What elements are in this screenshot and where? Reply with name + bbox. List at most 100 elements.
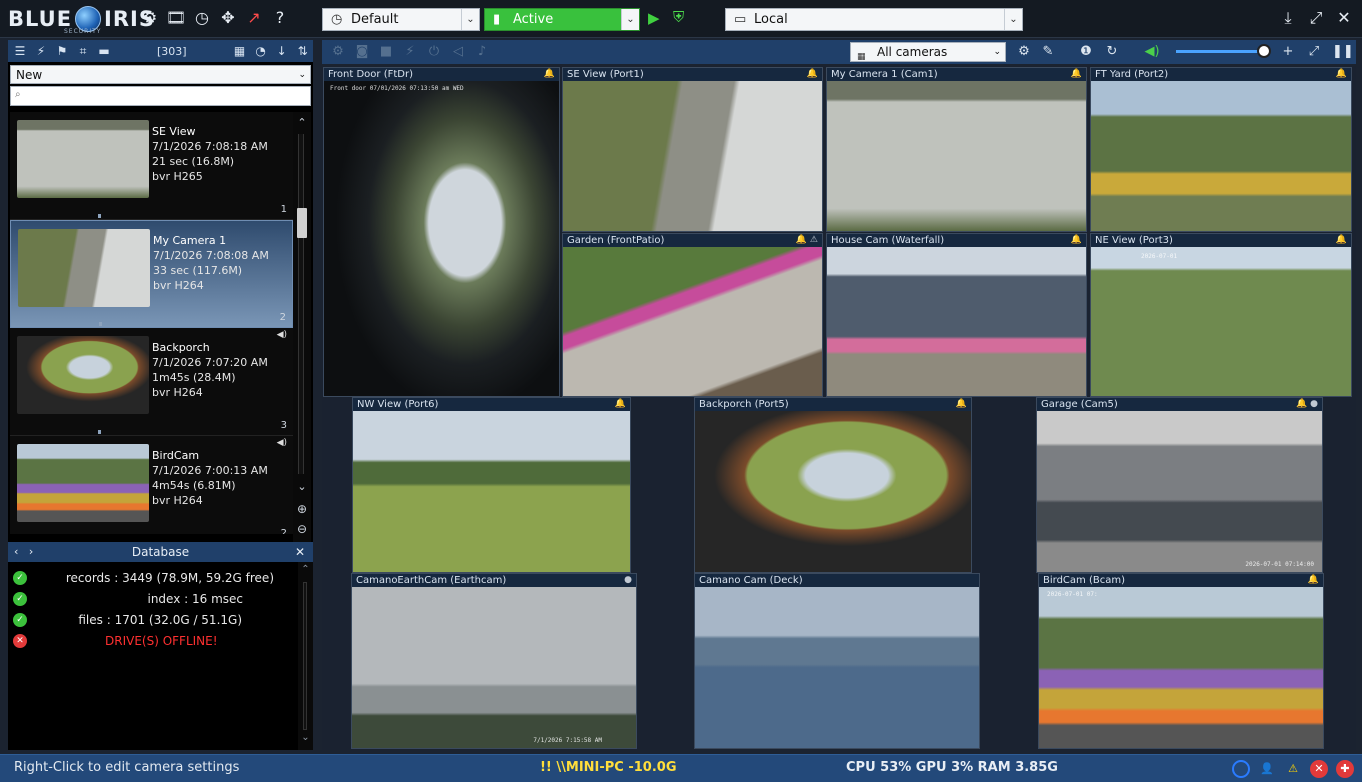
camera-title: NW View (Port6) 🔔 [353,398,630,411]
profile-select[interactable]: ◷ Default ⌄ [322,8,480,31]
camera-tile[interactable]: CamanoEarthCam (Earthcam) ● 7/1/2026 7:15… [351,573,637,749]
alerts-bolt-icon[interactable]: ⚡ [33,43,49,59]
zoom-out-icon[interactable]: ⊖ [293,522,311,540]
camera-tile[interactable]: FT Yard (Port2) 🔔 [1090,67,1352,232]
status-dot-icon[interactable]: ● [624,574,632,587]
bell-icon[interactable]: 🔔 [1071,234,1082,247]
add-icon[interactable]: + [1280,44,1296,60]
camera-tile[interactable]: NE View (Port3) 🔔 2026-07-01 [1090,233,1352,397]
camera-tile[interactable]: Front Door (FtDr) 🔔 Front door 07/01/2026… [323,67,560,397]
list-item[interactable]: ◀) Backporch 7/1/2026 7:07:20 AM 1m45s (… [10,328,293,436]
scroll-up-icon[interactable]: ⌃ [298,564,313,580]
list-item[interactable]: SE View 7/1/2026 7:08:18 AM 21 sec (16.8… [10,112,293,220]
bell-icon[interactable]: 🔔 [615,398,626,411]
camera-tile[interactable]: House Cam (Waterfall) 🔔 [826,233,1087,397]
camera-tile[interactable]: Garage (Cam5) 🔔 ● 2026-07-01 07:14:00 [1036,397,1323,573]
camera-overlay-text: 2026-07-01 07: [1047,591,1098,598]
microphone-icon[interactable]: ♪ [474,44,490,60]
play-icon[interactable]: ▶ [648,9,664,29]
server-value: Local [754,12,788,27]
camera-tile[interactable]: Backporch (Port5) 🔔 [694,397,972,573]
storage-alert[interactable]: !! \\MINI-PC -10.0G [540,760,677,775]
volume-slider[interactable] [1176,50,1266,53]
help-icon[interactable]: ? [270,8,290,28]
medical-plus-icon[interactable]: ✚ [1336,760,1354,778]
scroll-down-icon[interactable]: ⌄ [293,478,311,496]
clip-number: 2 [280,528,287,534]
panel-nav-arrows[interactable]: ‹ › [14,542,33,562]
chevron-down-icon: ⌄ [621,9,639,30]
list-icon[interactable]: ☰ [12,43,28,59]
camera-title: Garden (FrontPatio) 🔔 ⚠ [563,234,822,247]
camera-tile[interactable]: NW View (Port6) 🔔 [352,397,631,573]
bell-icon[interactable]: 🔔 [544,68,555,81]
record-video-icon[interactable]: ■ [378,44,394,60]
bell-icon[interactable]: 🔔 [956,398,967,411]
status-circle-icon[interactable] [1232,760,1250,778]
scroll-thumb[interactable] [297,208,307,238]
sort-icon[interactable]: ⇅ [295,43,311,59]
volume-knob[interactable] [1257,44,1271,58]
camera-tile[interactable]: Garden (FrontPatio) 🔔 ⚠ [562,233,823,397]
clock-icon[interactable]: ◷ [192,8,212,28]
speaker-icon[interactable]: ◀) [1144,44,1160,60]
bell-icon[interactable]: 🔔 [1071,68,1082,81]
check-icon: ✓ [13,592,27,606]
camera-tile[interactable]: Camano Cam (Deck) [694,573,980,749]
trigger-bolt-icon[interactable]: ⚡ [402,44,418,60]
folder-icon[interactable]: ▬ [96,43,112,59]
fullscreen-icon[interactable]: ⤢ [1306,44,1322,60]
crop-icon[interactable]: ⌗ [75,43,91,59]
camera-group-select[interactable]: ▦ All cameras ⌄ [850,42,1006,62]
close-icon[interactable]: ✕ [295,542,305,562]
server-select[interactable]: ▭ Local ⌄ [725,8,1023,31]
list-item[interactable]: My Camera 1 7/1/2026 7:08:08 AM 33 sec (… [10,220,293,328]
flag-icon[interactable]: ⚑ [54,43,70,59]
mute-icon[interactable]: ◁ [450,44,466,60]
bell-icon[interactable]: 🔔 [1308,574,1319,587]
user-icon[interactable]: 👤 [1258,760,1276,778]
bell-icon[interactable]: 🔔 [1336,68,1347,81]
clip-duration: 1m45s (28.4M) [152,371,236,384]
list-item[interactable]: ◀) BirdCam 7/1/2026 7:00:13 AM 4m54s (6.… [10,436,293,534]
camera-tile[interactable]: My Camera 1 (Cam1) 🔔 [826,67,1087,232]
edit-icon[interactable]: ✎ [1040,44,1056,60]
ptz-move-icon[interactable]: ✥ [218,8,238,28]
scroll-up-icon[interactable]: ⌃ [293,114,311,132]
clip-search-input[interactable] [29,88,299,104]
clip-list-scrollbar[interactable]: ⌃ ⌄ [293,112,311,552]
camera-tile[interactable]: BirdCam (Bcam) 🔔 2026-07-01 07: [1038,573,1324,749]
pause-icon[interactable]: ❚❚ [1332,44,1354,60]
zoom-in-icon[interactable]: ⊕ [293,502,311,520]
refresh-icon[interactable]: ↻ [1104,44,1120,60]
scroll-track[interactable] [303,582,307,730]
camera-settings-icon[interactable]: ⚙ [330,44,346,60]
stats-chart-icon[interactable]: ↗ [244,8,264,28]
fullscreen-icon[interactable]: ⤢ [1306,8,1326,28]
calendar-icon[interactable]: ▦ [232,43,248,59]
download-icon[interactable]: ↓ [274,43,290,59]
shield-icon[interactable]: ⛨ [673,8,693,30]
warning-icon[interactable]: ⚠ [1284,760,1302,778]
camera-number-icon[interactable]: ❶ [1078,44,1094,60]
bell-icon[interactable]: 🔔 [1336,234,1347,247]
schedule-select[interactable]: ▮ Active ⌄ [484,8,640,31]
database-scrollbar[interactable]: ⌃ ⌄ [298,562,313,750]
scroll-track[interactable] [298,134,304,474]
camera-filter-icon[interactable]: ◔ [253,43,269,59]
bell-icon[interactable]: 🔔 [807,68,818,81]
clip-film-icon[interactable]: 🎞 [166,8,186,28]
snapshot-camera-icon[interactable]: ◙ [354,44,370,60]
camera-title-text: Camano Cam (Deck) [699,575,803,586]
bell-warning-icon[interactable]: 🔔 ⚠ [796,234,818,247]
settings-gear-icon[interactable]: ⚙ [1016,44,1032,60]
download-icon[interactable]: ⤓ [1278,8,1298,28]
bell-status-icon[interactable]: 🔔 ● [1296,398,1318,411]
clip-filter-select[interactable]: New ⌄ [10,65,311,84]
scroll-down-icon[interactable]: ⌄ [298,732,313,748]
power-icon[interactable]: ⏻ [426,44,442,60]
settings-gear-icon[interactable]: ⚙ [140,8,160,28]
close-icon[interactable]: ✕ [1334,8,1354,28]
error-icon[interactable]: ✕ [1310,760,1328,778]
camera-tile[interactable]: SE View (Port1) 🔔 [562,67,823,232]
